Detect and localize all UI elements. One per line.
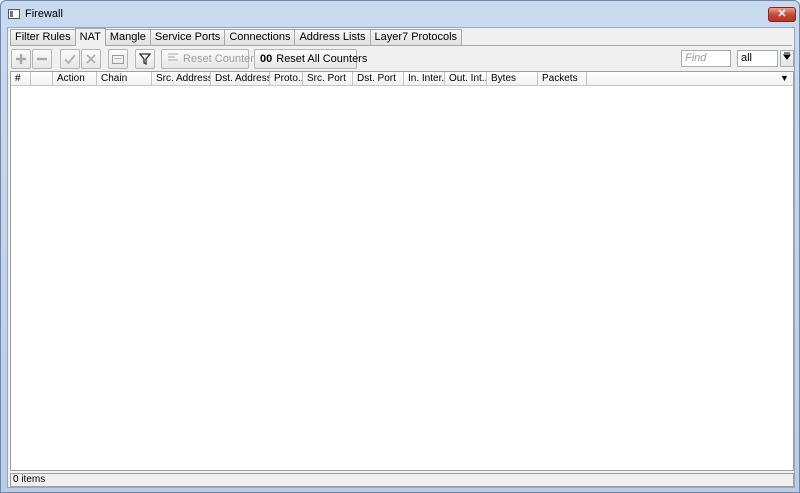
tab-layer7-protocols[interactable]: Layer7 Protocols bbox=[369, 29, 463, 45]
window-icon bbox=[8, 9, 20, 19]
column-header-protocol[interactable]: Proto... bbox=[270, 72, 303, 85]
tab-address-lists[interactable]: Address Lists bbox=[294, 29, 371, 45]
column-header-number[interactable]: # bbox=[11, 72, 31, 85]
nat-rules-table[interactable]: # Action Chain Src. Address Dst. Address… bbox=[10, 71, 794, 471]
column-header-src-address[interactable]: Src. Address bbox=[152, 72, 211, 85]
remove-button[interactable] bbox=[32, 49, 52, 69]
x-icon bbox=[82, 50, 100, 68]
enable-button[interactable] bbox=[60, 49, 80, 69]
check-icon bbox=[61, 50, 79, 68]
reset-counters-button[interactable]: Reset Counters bbox=[161, 49, 259, 69]
toolbar: Reset Counters 00 Reset All Counters Find… bbox=[10, 48, 794, 70]
add-button[interactable] bbox=[11, 49, 31, 69]
comment-button[interactable] bbox=[108, 49, 128, 69]
tab-nat[interactable]: NAT bbox=[74, 28, 106, 46]
reset-counters-icon bbox=[167, 50, 179, 68]
status-bar: 0 items bbox=[10, 473, 794, 487]
disable-button[interactable] bbox=[81, 49, 101, 69]
tab-bar: Filter Rules NAT Mangle Service Ports Co… bbox=[10, 28, 463, 46]
firewall-window: Firewall ✕ Filter Rules NAT Mangle Servi… bbox=[0, 0, 800, 493]
reset-all-counters-label: Reset All Counters bbox=[276, 53, 368, 65]
reset-all-counters-icon: 00 bbox=[260, 53, 273, 65]
window-content: Filter Rules NAT Mangle Service Ports Co… bbox=[7, 27, 795, 488]
column-header-action[interactable]: Action bbox=[53, 72, 97, 85]
reset-all-counters-button[interactable]: 00 Reset All Counters bbox=[254, 49, 367, 69]
column-header-dst-port[interactable]: Dst. Port bbox=[353, 72, 404, 85]
tab-service-ports[interactable]: Service Ports bbox=[149, 29, 226, 45]
filter-dropdown-button[interactable] bbox=[780, 50, 794, 67]
column-header-src-port[interactable]: Src. Port bbox=[303, 72, 353, 85]
column-header-dst-address[interactable]: Dst. Address bbox=[211, 72, 270, 85]
tab-mangle[interactable]: Mangle bbox=[104, 29, 151, 45]
window-title: Firewall bbox=[25, 8, 63, 20]
close-button[interactable]: ✕ bbox=[768, 7, 796, 22]
title-bar[interactable]: Firewall ✕ bbox=[1, 1, 799, 27]
search-input[interactable]: Find bbox=[681, 50, 731, 67]
tab-divider bbox=[10, 45, 792, 46]
column-header-bytes[interactable]: Bytes bbox=[487, 72, 538, 85]
funnel-icon bbox=[136, 50, 154, 68]
filter-select[interactable]: all bbox=[737, 50, 778, 67]
column-header-out-interface[interactable]: Out. Int... bbox=[445, 72, 487, 85]
column-menu-button[interactable]: ▼ bbox=[777, 72, 792, 85]
item-count: 0 items bbox=[13, 474, 46, 485]
column-header-chain[interactable]: Chain bbox=[97, 72, 152, 85]
filter-button[interactable] bbox=[135, 49, 155, 69]
reset-counters-label: Reset Counters bbox=[183, 53, 260, 65]
column-header-in-interface[interactable]: In. Inter... bbox=[404, 72, 445, 85]
chevron-down-icon bbox=[783, 52, 791, 60]
tab-filter-rules[interactable]: Filter Rules bbox=[10, 29, 76, 45]
table-header: # Action Chain Src. Address Dst. Address… bbox=[11, 72, 793, 86]
column-header-packets[interactable]: Packets bbox=[538, 72, 587, 85]
tab-connections[interactable]: Connections bbox=[224, 29, 296, 45]
plus-icon bbox=[12, 50, 30, 68]
column-header-flags[interactable] bbox=[31, 72, 53, 85]
minus-icon bbox=[33, 50, 51, 68]
comment-icon bbox=[109, 50, 127, 68]
